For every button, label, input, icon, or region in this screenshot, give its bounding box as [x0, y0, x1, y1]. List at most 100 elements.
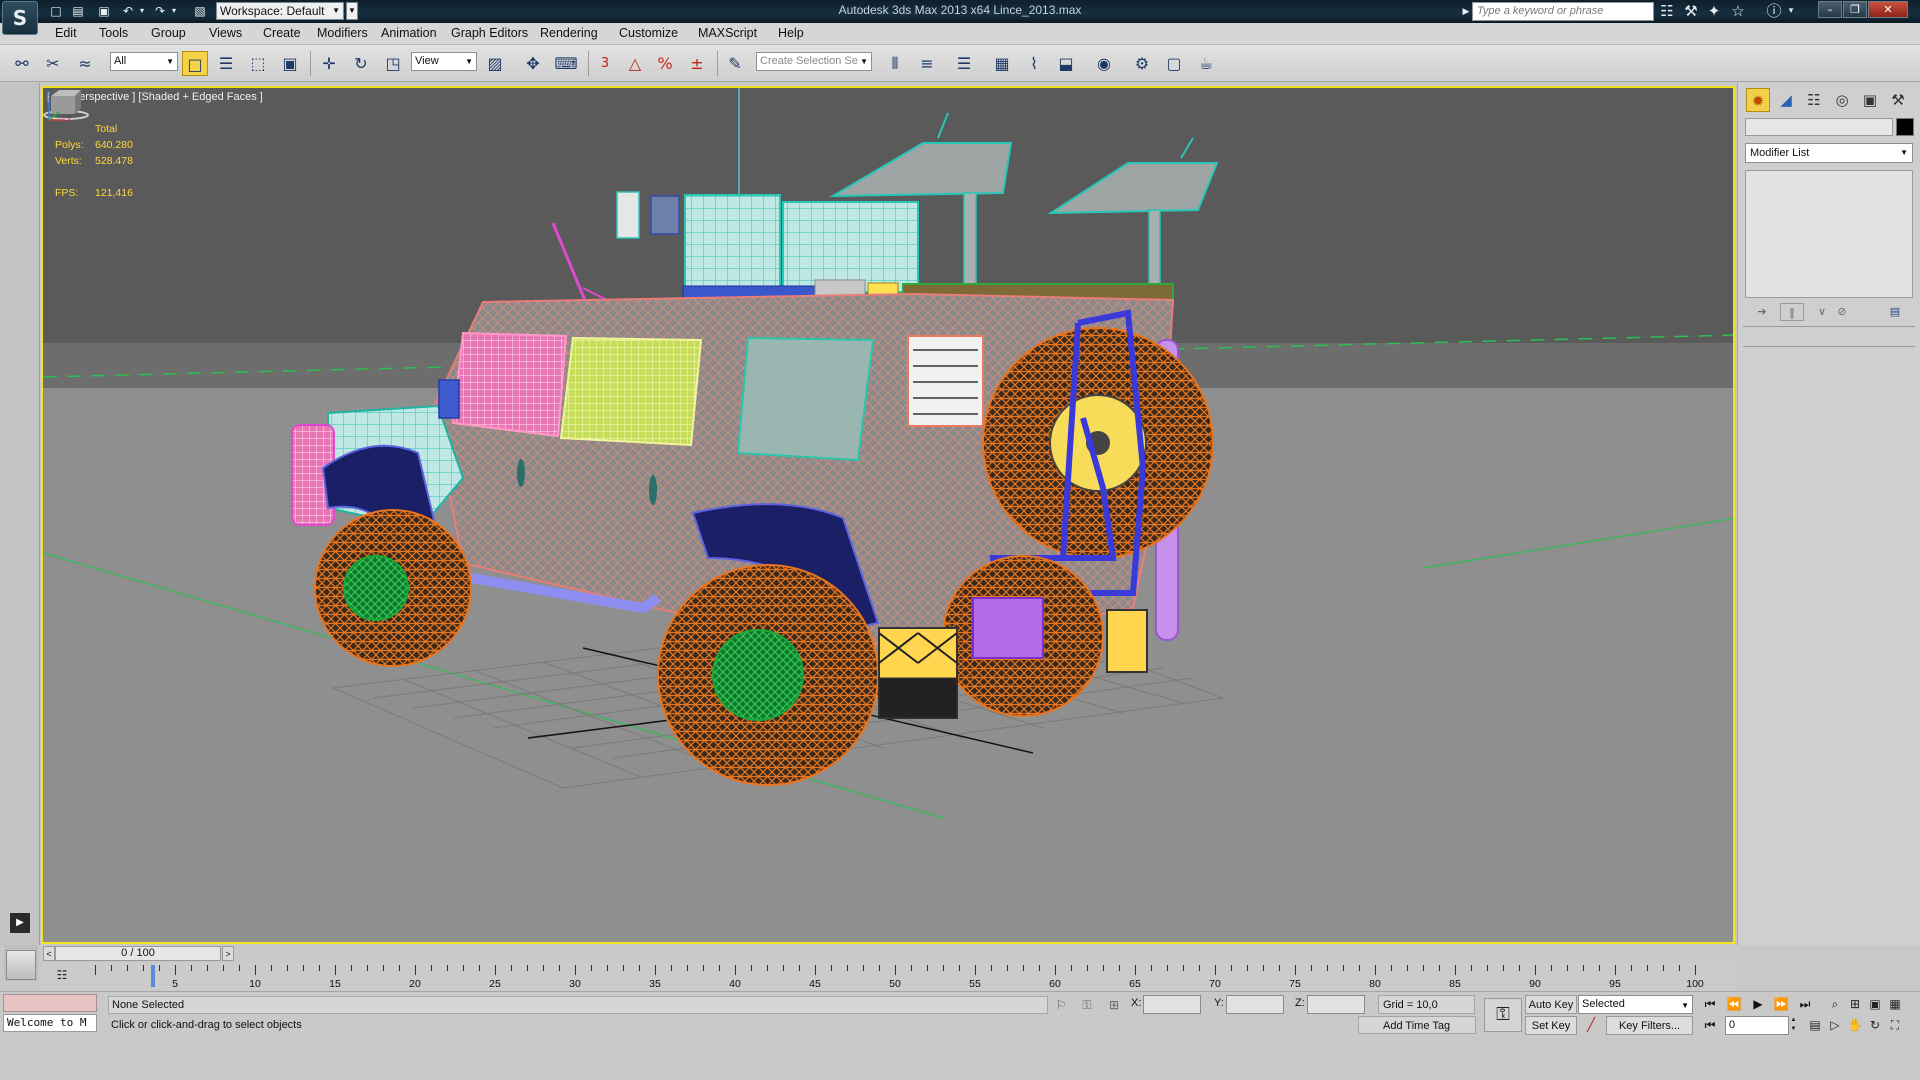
menu-customize[interactable]: Customize — [619, 26, 678, 40]
select-by-name-icon[interactable]: ☰ — [213, 51, 239, 76]
expand-ribbon-icon[interactable]: ▶ — [10, 913, 30, 933]
select-and-scale-icon[interactable]: ◳ — [380, 51, 406, 76]
set-keys-key-icon[interactable]: ⚿ — [1484, 998, 1522, 1032]
field-of-view-icon[interactable]: ▷ — [1825, 1016, 1845, 1035]
percent-snap-icon[interactable]: % — [652, 51, 678, 76]
menu-views[interactable]: Views — [209, 26, 242, 40]
maxscript-listener-input[interactable]: Welcome to M — [3, 1014, 97, 1032]
configure-modifier-sets-icon[interactable]: ▤ — [1883, 303, 1907, 321]
mini-curve-editor-button[interactable] — [6, 950, 36, 980]
schematic-view-icon[interactable]: ⬓ — [1053, 51, 1079, 76]
spinner-snap-icon[interactable]: ± — [684, 51, 710, 76]
previous-frame-icon[interactable]: < — [43, 946, 55, 961]
frame-spinner-icon[interactable]: ▲ ▼ — [1789, 1016, 1798, 1035]
isolate-selection-icon[interactable]: ⚐ — [1052, 996, 1070, 1014]
menu-modifiers[interactable]: Modifiers — [317, 26, 368, 40]
create-tab-icon[interactable]: ✹ — [1746, 88, 1770, 112]
graphite-modeling-tools-icon[interactable]: ▦ — [989, 51, 1015, 76]
zoom-extents-all-icon[interactable]: ▦ — [1885, 995, 1905, 1014]
pan-view-icon[interactable]: ✋ — [1845, 1016, 1865, 1035]
communication-center-icon[interactable]: ✦ — [1703, 2, 1725, 21]
snaps-toggle-icon[interactable]: 3 — [592, 51, 618, 76]
key-filters-button[interactable]: Key Filters... — [1606, 1016, 1693, 1035]
previous-key-icon[interactable]: ⏪ — [1724, 995, 1744, 1014]
binoculars-icon[interactable]: ☷ — [1656, 2, 1678, 21]
remove-modifier-icon[interactable]: ⊘ — [1830, 303, 1854, 321]
default-in-out-tangents-icon[interactable]: ╱ — [1581, 1016, 1601, 1035]
unlink-selection-icon[interactable]: ✂ — [40, 51, 66, 76]
application-menu-button[interactable]: S — [2, 1, 38, 35]
select-object-icon[interactable]: □ — [182, 51, 208, 76]
frame-ruler[interactable]: 5 10 15 20 25 30 35 40 45 50 55 60 65 70 75 80 85 90 95 100 — [95, 965, 1735, 991]
close-button[interactable]: ✕ — [1868, 1, 1908, 18]
set-key-button[interactable]: Set Key — [1525, 1016, 1577, 1035]
viewport-layout-icon[interactable]: ▤ — [1805, 1016, 1825, 1035]
pivot-center-icon[interactable]: ▨ — [482, 51, 508, 76]
menu-edit[interactable]: Edit — [55, 26, 77, 40]
z-coordinate-field[interactable] — [1307, 995, 1365, 1014]
current-frame-field[interactable]: 0 — [1725, 1016, 1789, 1035]
mirror-icon[interactable]: ⫴ — [882, 51, 908, 76]
keyboard-shortcut-override-icon[interactable]: ⌨ — [553, 51, 579, 76]
named-selection-dropdown[interactable]: Create Selection Se ▼ — [756, 52, 872, 71]
select-and-link-icon[interactable]: ⚯ — [9, 51, 35, 76]
perspective-viewport[interactable]: [ + ] [Perspective ] [Shaded + Edged Fac… — [41, 86, 1735, 944]
edit-named-selection-icon[interactable]: ✎ — [722, 51, 748, 76]
go-to-end-icon[interactable]: ⏭ — [1795, 995, 1815, 1014]
rectangular-selection-region-icon[interactable]: ⬚ — [245, 51, 271, 76]
time-slider-thumb[interactable]: 0 / 100 — [55, 946, 221, 961]
select-and-move-icon[interactable]: ✛ — [316, 51, 342, 76]
time-slider[interactable]: < 0 / 100 > — [41, 945, 1737, 963]
rendered-frame-window-icon[interactable]: ▢ — [1161, 51, 1187, 76]
selection-lock-icon[interactable]: ⚿ — [1078, 996, 1096, 1014]
hierarchy-tab-icon[interactable]: ☷ — [1802, 88, 1826, 112]
open-mini-curve-editor-icon[interactable]: ☷ — [53, 968, 71, 984]
next-key-icon[interactable]: ⏩ — [1771, 995, 1791, 1014]
menu-tools[interactable]: Tools — [99, 26, 128, 40]
go-to-start-icon[interactable]: ⏮ — [1700, 995, 1720, 1014]
play-icon[interactable]: ▶ — [1748, 995, 1768, 1014]
bind-to-space-warp-icon[interactable]: ≈ — [72, 51, 98, 76]
menu-help[interactable]: Help — [778, 26, 804, 40]
window-crossing-icon[interactable]: ▣ — [277, 51, 303, 76]
modify-tab-icon[interactable]: ◢ — [1774, 88, 1798, 112]
zoom-extents-icon[interactable]: ▣ — [1865, 995, 1885, 1014]
favorites-star-icon[interactable]: ☆ — [1727, 2, 1749, 21]
angle-snap-icon[interactable]: △ — [622, 51, 648, 76]
maximize-viewport-icon[interactable]: ⛶ — [1885, 1016, 1905, 1035]
auto-key-button[interactable]: Auto Key — [1525, 995, 1577, 1014]
search-expand-icon[interactable]: ▶ — [1460, 2, 1472, 21]
object-color-swatch[interactable] — [1896, 118, 1914, 136]
track-bar[interactable]: ☷ 5 10 15 20 25 30 35 40 45 50 55 60 65 70 75 80 85 90 95 1… — [41, 963, 1737, 991]
object-name-field[interactable] — [1745, 118, 1893, 136]
modifier-stack[interactable] — [1745, 170, 1913, 298]
layer-manager-icon[interactable]: ☰ — [951, 51, 977, 76]
menu-animation[interactable]: Animation — [381, 26, 437, 40]
manipulate-icon[interactable]: ✥ — [520, 51, 546, 76]
reference-coordinate-dropdown[interactable]: View ▼ — [411, 52, 477, 71]
menu-create[interactable]: Create — [263, 26, 301, 40]
key-mode-toggle-icon[interactable]: ⏮ — [1700, 1016, 1720, 1035]
material-editor-icon[interactable]: ◉ — [1091, 51, 1117, 76]
absolute-relative-mode-icon[interactable]: ⊞ — [1105, 996, 1123, 1014]
menu-maxscript[interactable]: MAXScript — [698, 26, 757, 40]
modifier-list-dropdown[interactable]: Modifier List ▼ — [1745, 143, 1913, 163]
subscription-center-icon[interactable]: ⚒ — [1680, 2, 1702, 21]
minimize-button[interactable]: – — [1818, 1, 1842, 18]
menu-rendering[interactable]: Rendering — [540, 26, 598, 40]
add-time-tag-button[interactable]: Add Time Tag — [1358, 1016, 1476, 1034]
menu-group[interactable]: Group — [151, 26, 186, 40]
help-search-input[interactable]: Type a keyword or phrase — [1472, 2, 1654, 21]
zoom-icon[interactable]: ⌕ — [1825, 995, 1845, 1014]
render-production-icon[interactable]: ☕ — [1193, 51, 1219, 76]
selection-filter-dropdown[interactable]: All ▼ — [110, 52, 178, 71]
pin-stack-icon[interactable]: ➔ — [1750, 303, 1774, 321]
maxscript-listener-output[interactable] — [3, 994, 97, 1012]
y-coordinate-field[interactable] — [1226, 995, 1284, 1014]
motion-tab-icon[interactable]: ◎ — [1830, 88, 1854, 112]
select-and-rotate-icon[interactable]: ↻ — [348, 51, 374, 76]
help-dropdown-icon[interactable]: ▾ — [1780, 2, 1802, 21]
render-setup-icon[interactable]: ⚙ — [1129, 51, 1155, 76]
restore-button[interactable]: ❐ — [1843, 1, 1867, 18]
key-selection-dropdown[interactable]: Selected ▼ — [1578, 995, 1693, 1014]
